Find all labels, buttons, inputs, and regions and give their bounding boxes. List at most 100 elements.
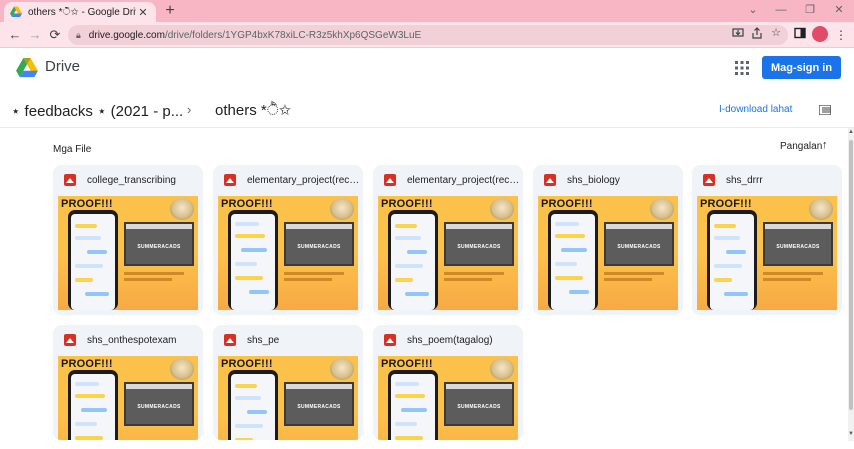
install-app-icon[interactable] — [730, 27, 746, 43]
browser-tab-bar: others *ੈ✩ - Google Drive ✕ + ⌄ — ❐ ✕ — [0, 0, 854, 22]
tab-search-icon[interactable]: ⌄ — [738, 0, 768, 22]
file-card-header[interactable]: shs_drrr — [692, 165, 842, 195]
browser-toolbar: ← → ⟳ 🔒︎ drive.google.com/drive/folders/… — [0, 22, 854, 48]
chat-bubble — [555, 234, 585, 238]
file-card-header[interactable]: elementary_project(recitation) — [373, 165, 523, 195]
sort-by-name-button[interactable]: Pangalan — [780, 141, 822, 152]
monitor-label: SUMMERACADS — [457, 404, 501, 410]
file-card[interactable]: elementary_project(recitation) PROOF!!! SU… — [373, 165, 523, 315]
minimize-button[interactable]: — — [766, 0, 796, 22]
monitor-titlebar — [606, 224, 672, 229]
chat-bubble — [401, 408, 427, 412]
file-thumbnail[interactable]: PROOF!!! SUMMERACADS — [218, 356, 358, 440]
file-thumbnail[interactable]: PROOF!!! SUMMERACADS — [378, 196, 518, 310]
monitor-illustration: SUMMERACADS — [124, 382, 194, 426]
caption-line — [763, 272, 823, 275]
caption-line — [284, 278, 332, 281]
monitor-titlebar — [765, 224, 831, 229]
tab-close-icon[interactable]: ✕ — [136, 6, 150, 19]
file-card[interactable]: shs_onthespotexam PROOF!!! SUMMERACADS — [53, 325, 203, 440]
url-text: drive.google.com/drive/folders/1YGP4bxK7… — [88, 29, 422, 41]
file-card[interactable]: shs_drrr PROOF!!! SUMMERACADS — [692, 165, 842, 315]
monitor-label: SUMMERACADS — [457, 244, 501, 250]
tab-title: others *ੈ✩ - Google Drive — [28, 6, 136, 18]
breadcrumb-separator-icon: › — [187, 102, 192, 117]
file-thumbnail[interactable]: PROOF!!! SUMMERACADS — [58, 356, 198, 440]
new-tab-button[interactable]: + — [161, 2, 179, 20]
image-file-icon — [384, 174, 396, 186]
chat-bubble — [75, 236, 101, 240]
browser-tab[interactable]: others *ੈ✩ - Google Drive ✕ — [4, 2, 156, 22]
scroll-up-arrow-icon[interactable]: ▲ — [848, 129, 854, 135]
file-card-header[interactable]: elementary_project(recitation) — [213, 165, 363, 195]
browser-menu-icon[interactable]: ⋮ — [832, 26, 850, 44]
chat-bubble — [75, 422, 97, 426]
chat-bubble — [714, 264, 742, 268]
monitor-illustration: SUMMERACADS — [284, 382, 354, 426]
scroll-down-arrow-icon[interactable]: ▼ — [848, 431, 854, 437]
avatar-sticker — [490, 358, 514, 380]
chat-bubble — [75, 264, 103, 268]
chat-bubble — [726, 250, 746, 254]
chat-bubble — [395, 264, 423, 268]
chat-bubble — [561, 248, 587, 252]
chat-bubble — [235, 424, 263, 428]
download-all-link[interactable]: I-download lahat — [719, 104, 792, 115]
chat-bubble — [555, 276, 583, 280]
file-card-header[interactable]: shs_onthespotexam — [53, 325, 203, 355]
thumbnail-proof-label: PROOF!!! — [221, 198, 273, 210]
file-name: shs_drrr — [726, 174, 763, 186]
apps-grid-icon[interactable] — [734, 60, 750, 76]
chat-bubble — [555, 222, 579, 226]
file-name: college_transcribing — [87, 174, 176, 186]
chat-bubble — [235, 222, 259, 226]
chat-bubble — [247, 410, 267, 414]
chat-bubble — [395, 224, 417, 228]
close-window-button[interactable]: ✕ — [824, 0, 854, 22]
monitor-illustration: SUMMERACADS — [124, 222, 194, 266]
file-thumbnail[interactable]: PROOF!!! SUMMERACADS — [697, 196, 837, 310]
file-card[interactable]: shs_pe PROOF!!! SUMMERACADS — [213, 325, 363, 440]
file-card[interactable]: elementary_project(recitation) PROOF!!! SU… — [213, 165, 363, 315]
sign-in-button[interactable]: Mag-sign in — [762, 56, 841, 79]
maximize-button[interactable]: ❐ — [795, 0, 825, 22]
monitor-label: SUMMERACADS — [137, 404, 181, 410]
chat-bubble — [75, 278, 93, 282]
share-icon[interactable] — [749, 27, 765, 43]
file-card-header[interactable]: shs_pe — [213, 325, 363, 355]
breadcrumb-parent-folder[interactable]: ⋆ feedbacks ⋆ (2021 - p... — [11, 102, 183, 120]
file-thumbnail[interactable]: PROOF!!! SUMMERACADS — [538, 196, 678, 310]
file-card-header[interactable]: college_transcribing — [53, 165, 203, 195]
avatar-sticker — [170, 358, 194, 380]
file-card-header[interactable]: shs_poem(tagalog) — [373, 325, 523, 355]
thumbnail-proof-label: PROOF!!! — [381, 358, 433, 370]
breadcrumb-current-folder[interactable]: others *ੈ✩ — [215, 102, 291, 119]
reload-button[interactable]: ⟳ — [46, 26, 64, 44]
sort-direction-arrow-icon[interactable]: ↑ — [822, 139, 828, 151]
file-card[interactable]: shs_poem(tagalog) PROOF!!! SUMMERACADS — [373, 325, 523, 440]
side-panel-icon[interactable] — [791, 26, 809, 44]
chat-bubble — [395, 236, 421, 240]
chat-bubble — [235, 384, 257, 388]
forward-button[interactable]: → — [26, 26, 44, 44]
bookmark-star-icon[interactable]: ☆ — [768, 25, 784, 41]
google-drive-logo-icon[interactable] — [16, 58, 38, 78]
scrollbar-thumb[interactable] — [849, 140, 853, 410]
file-name: shs_pe — [247, 334, 280, 346]
list-view-icon[interactable] — [819, 105, 831, 115]
file-name: shs_poem(tagalog) — [407, 334, 493, 346]
file-card[interactable]: shs_biology PROOF!!! SUMMERACADS — [533, 165, 683, 315]
file-thumbnail[interactable]: PROOF!!! SUMMERACADS — [58, 196, 198, 310]
file-card[interactable]: college_transcribing PROOF!!! SUMMERACADS — [53, 165, 203, 315]
file-thumbnail[interactable]: PROOF!!! SUMMERACADS — [218, 196, 358, 310]
monitor-label: SUMMERACADS — [297, 244, 341, 250]
file-card-header[interactable]: shs_biology — [533, 165, 683, 195]
thumbnail-proof-label: PROOF!!! — [541, 198, 593, 210]
address-bar[interactable]: 🔒︎ drive.google.com/drive/folders/1YGP4b… — [68, 25, 788, 45]
profile-avatar[interactable] — [812, 26, 828, 42]
caption-line — [604, 278, 652, 281]
back-button[interactable]: ← — [6, 26, 24, 44]
monitor-titlebar — [286, 384, 352, 389]
file-thumbnail[interactable]: PROOF!!! SUMMERACADS — [378, 356, 518, 440]
drive-app-name[interactable]: Drive — [45, 58, 80, 75]
